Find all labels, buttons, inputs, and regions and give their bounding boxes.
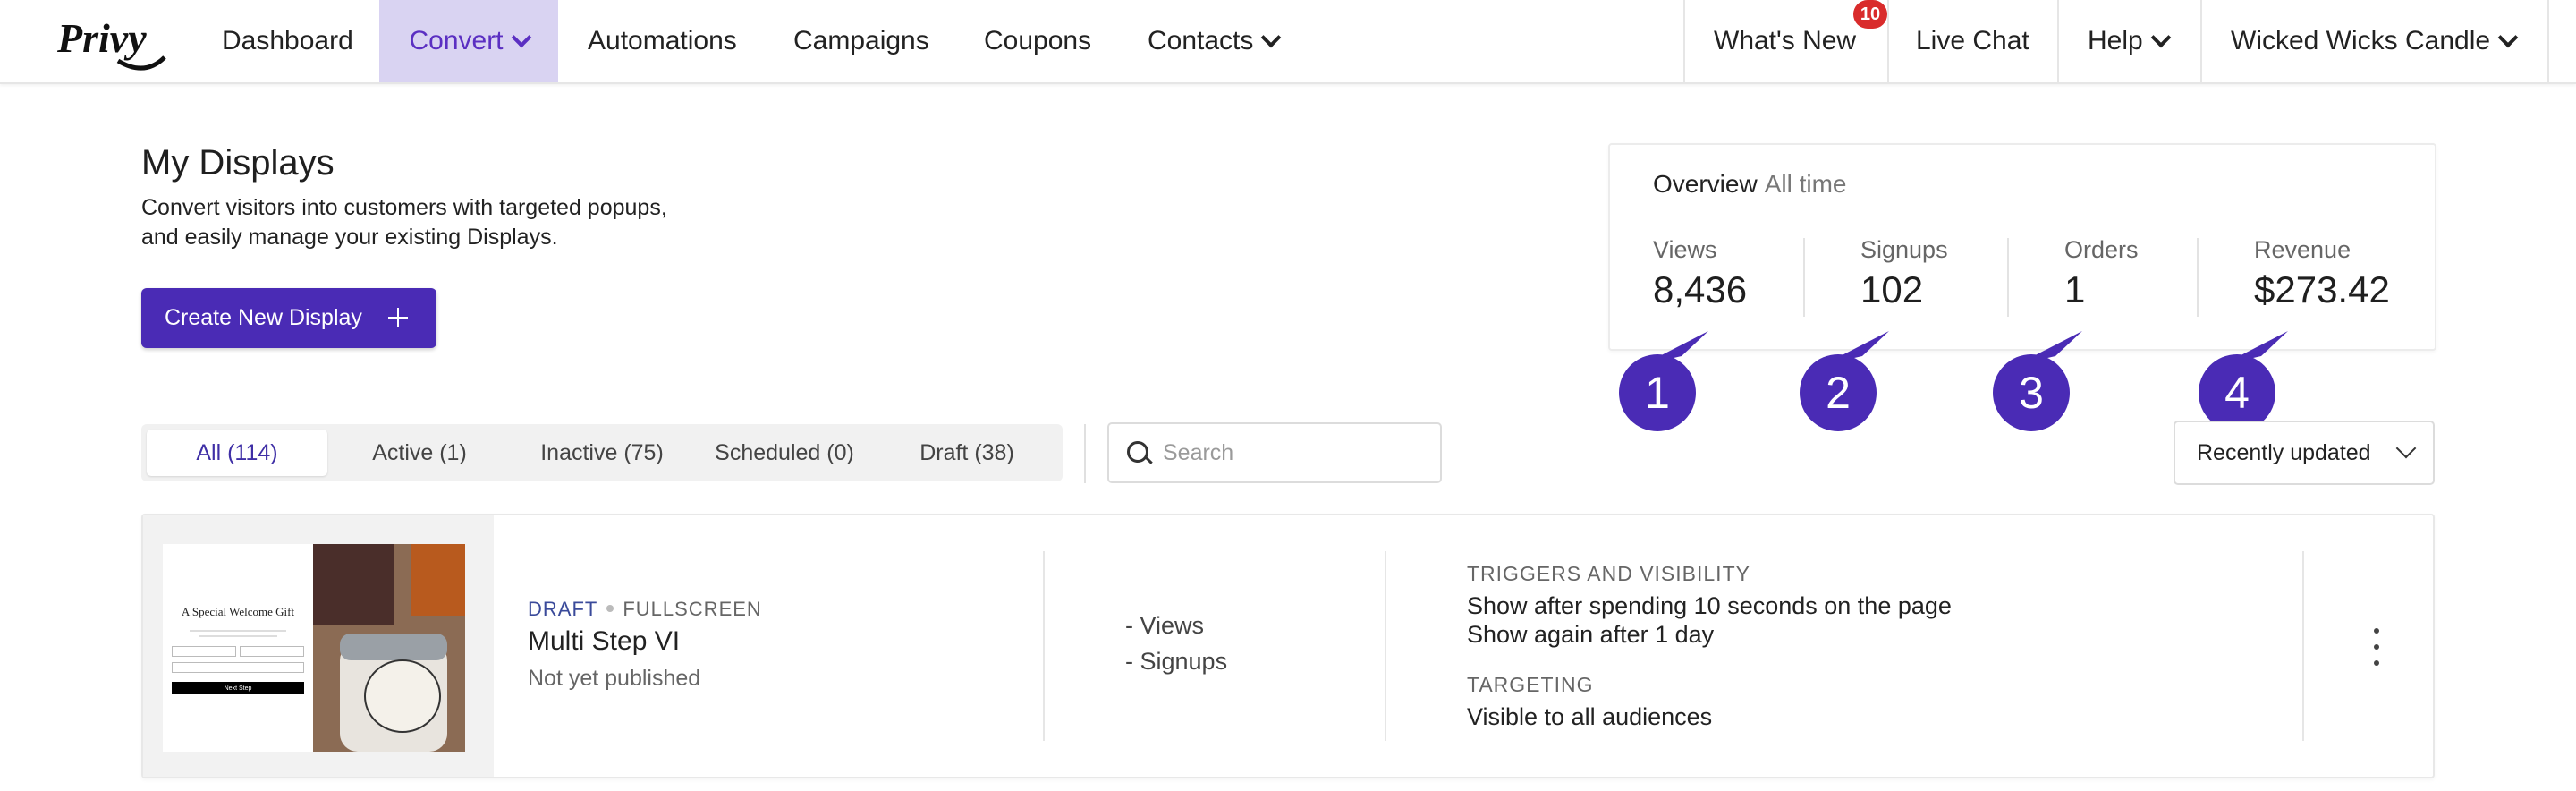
card-divider	[2302, 551, 2304, 741]
card-divider	[1385, 551, 1386, 741]
trigger-1: Show after spending 10 seconds on the pa…	[1467, 592, 1952, 619]
tab-active[interactable]: Active (1)	[329, 430, 510, 476]
tab-draft[interactable]: Draft (38)	[877, 430, 1057, 476]
search-icon	[1127, 441, 1148, 463]
display-thumbnail[interactable]: A Special Welcome Gift Next Step	[143, 515, 494, 777]
card-divider	[1043, 551, 1045, 741]
display-status: DRAFT FULLSCREEN	[528, 598, 762, 621]
display-views: - Views	[1125, 612, 1205, 639]
annotation-marker-3: 3	[1993, 354, 2070, 431]
sort-select[interactable]: Recently updated	[2174, 421, 2435, 485]
triggers-label: TRIGGERS AND VISIBILITY	[1467, 562, 1750, 585]
search-input[interactable]	[1161, 435, 1433, 471]
display-card[interactable]: A Special Welcome Gift Next Step DRAFT FU…	[141, 514, 2435, 778]
status-badge: DRAFT	[528, 598, 598, 620]
sort-selected: Recently updated	[2197, 439, 2371, 465]
tab-scheduled[interactable]: Scheduled (0)	[694, 430, 875, 476]
tab-all[interactable]: All (114)	[147, 430, 327, 476]
dot-separator	[606, 605, 614, 612]
thumbnail-title: A Special Welcome Gift	[181, 605, 295, 618]
candle-photo	[313, 544, 465, 752]
thumbnail-form-preview: A Special Welcome Gift Next Step	[163, 544, 313, 752]
trigger-2: Show again after 1 day	[1467, 621, 1715, 648]
annotation-marker-2: 2	[1800, 354, 1877, 431]
status-tabs: All (114) Active (1) Inactive (75) Sched…	[141, 424, 1063, 481]
search-box	[1107, 422, 1442, 483]
annotation-marker-1: 1	[1619, 354, 1696, 431]
thumbnail-button: Next Step	[172, 682, 304, 694]
display-type: FULLSCREEN	[623, 598, 762, 620]
display-publish-state: Not yet published	[528, 666, 701, 691]
targeting-value: Visible to all audiences	[1467, 703, 1713, 730]
display-name[interactable]: Multi Step VI	[528, 626, 680, 657]
tab-inactive[interactable]: Inactive (75)	[512, 430, 692, 476]
targeting-label: TARGETING	[1467, 673, 1594, 696]
filter-divider	[1084, 424, 1086, 483]
display-signups: - Signups	[1125, 648, 1228, 675]
more-options-icon[interactable]	[2374, 628, 2381, 666]
chevron-down-icon	[2395, 438, 2417, 459]
